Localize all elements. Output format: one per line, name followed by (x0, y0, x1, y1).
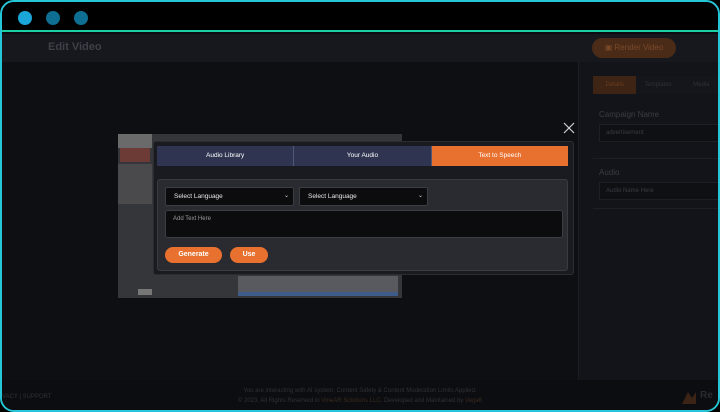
audio-label: Audio (599, 168, 620, 177)
preview-block (118, 134, 152, 148)
render-video-button[interactable]: ▣ Render Video (592, 38, 676, 58)
render-icon: ▣ (604, 43, 615, 52)
audio-modal: Audio Library Your Audio Text to Speech … (153, 141, 574, 275)
preview-block (120, 148, 150, 162)
audio-name-input[interactable]: Audio Name Here (599, 182, 718, 200)
speech-text-input[interactable]: Add Text Here (165, 210, 563, 238)
chevron-down-icon: ⌄ (283, 193, 289, 199)
brand-logo: Re (682, 388, 718, 406)
copyright-mid: . Developed and Maintained by (380, 398, 466, 404)
window-titlebar (2, 2, 718, 32)
tab-media[interactable]: Media (679, 76, 718, 94)
language-select-1-value: Select Language (174, 193, 223, 200)
tab-audio-library[interactable]: Audio Library (157, 146, 295, 166)
chevron-down-icon: ⌄ (417, 193, 423, 199)
tab-your-audio[interactable]: Your Audio (294, 146, 432, 166)
modal-tabs: Audio Library Your Audio Text to Speech (157, 146, 568, 166)
logo-text: Re (700, 390, 713, 401)
tab-details[interactable]: Details (593, 76, 637, 94)
campaign-name-label: Campaign Name (599, 110, 660, 119)
language-select-2-value: Select Language (308, 193, 357, 200)
right-panel-tabs: Details Templates Media (593, 76, 718, 94)
divider (593, 158, 718, 159)
preview-block (238, 292, 398, 296)
window-dot-icon[interactable] (74, 11, 88, 25)
render-video-label: Render Video (614, 43, 664, 52)
close-icon[interactable] (562, 121, 576, 135)
window-dot-icon[interactable] (46, 11, 60, 25)
copyright-prefix: © 2023, All Rights Reserved to (237, 398, 322, 404)
campaign-name-input[interactable]: advertisement (599, 124, 718, 142)
footer: VACY | SUPPORT You are interacting with … (2, 380, 718, 410)
device-frame: Edit Video ▣ Render Video Details Templa… (0, 0, 720, 412)
language-select-2[interactable]: Select Language ⌄ (299, 187, 428, 206)
tab-templates[interactable]: Templates (636, 76, 680, 94)
company-link[interactable]: VineAR Solutions LLC (321, 398, 380, 404)
page-header: Edit Video ▣ Render Video (2, 34, 718, 62)
footer-text: You are interacting with AI system. Cont… (2, 386, 718, 406)
footer-copyright: © 2023, All Rights Reserved to VineAR So… (2, 396, 718, 406)
developer-link[interactable]: Vega6 (465, 398, 482, 404)
use-button[interactable]: Use (230, 247, 268, 263)
tab-text-to-speech[interactable]: Text to Speech (431, 146, 568, 166)
window-dot-icon[interactable] (18, 11, 32, 25)
text-to-speech-panel: Select Language ⌄ Select Language ⌄ Add … (157, 179, 568, 271)
right-panel: Details Templates Media Campaign Name ad… (578, 62, 718, 380)
generate-button[interactable]: Generate (165, 247, 222, 263)
divider (593, 208, 718, 209)
page-title: Edit Video (48, 41, 102, 53)
footer-disclaimer: You are interacting with AI system. Cont… (243, 388, 477, 394)
language-select-1[interactable]: Select Language ⌄ (165, 187, 294, 206)
preview-block (118, 164, 152, 204)
preview-block (138, 289, 152, 295)
